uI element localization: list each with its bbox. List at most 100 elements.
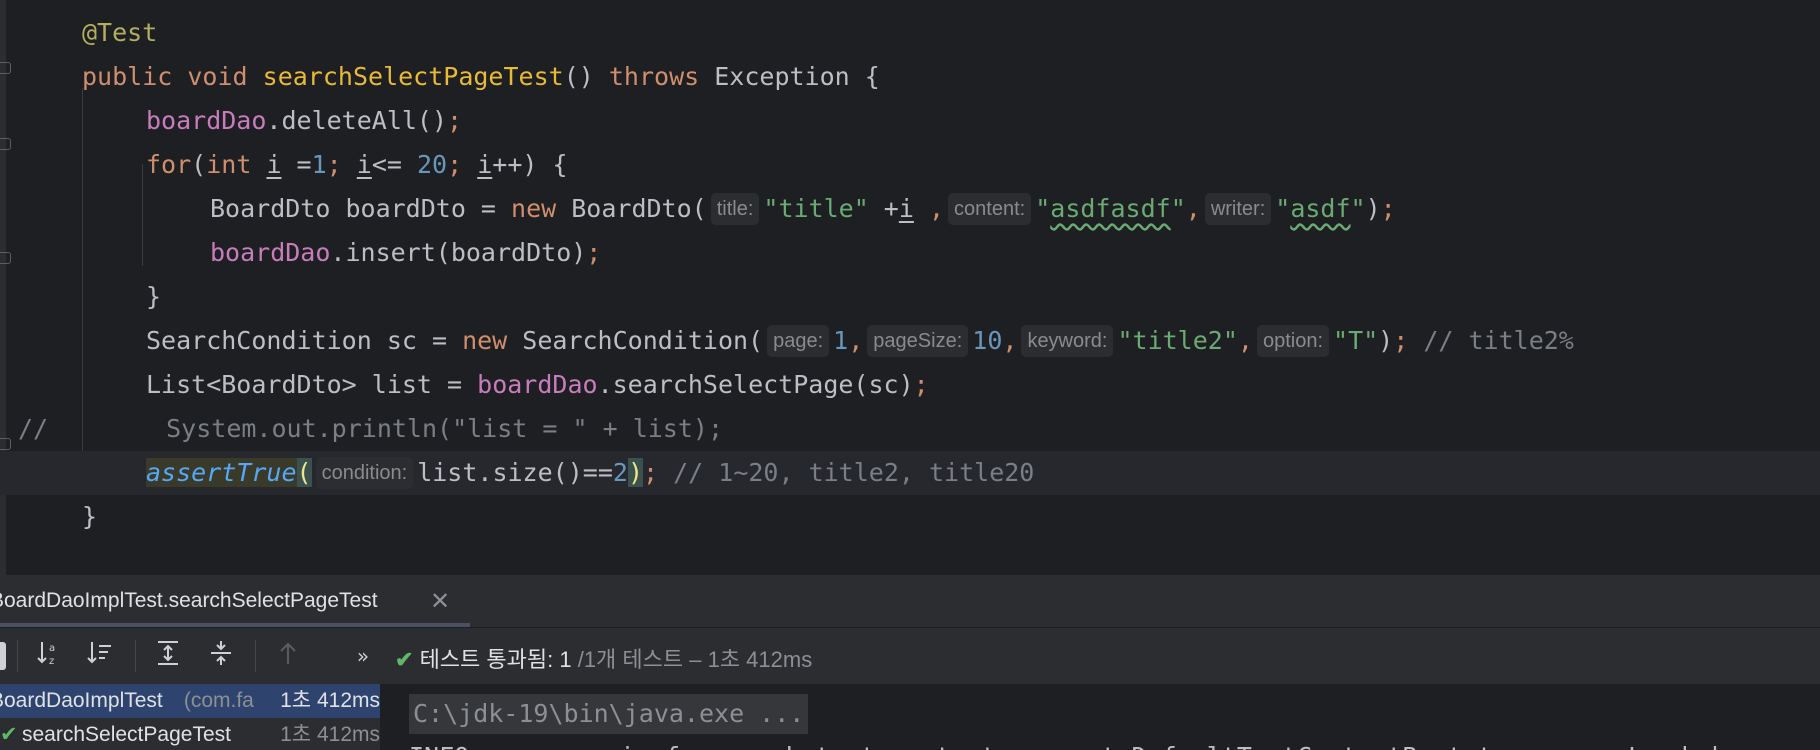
- test-tree: BoardDaoImplTest (com.fa 1초 412ms ✔ search…: [0, 684, 381, 750]
- parameter-hint: title:: [710, 193, 760, 225]
- code-line-10[interactable]: // System.out.println("list = " + list);: [0, 407, 1820, 451]
- number: 10: [972, 326, 1003, 355]
- status-label: 테스트 통과됨:: [419, 647, 560, 672]
- string: "title2": [1117, 326, 1238, 355]
- svg-text:z: z: [49, 656, 54, 667]
- close-icon[interactable]: ✕: [430, 587, 450, 616]
- number: 1: [311, 150, 327, 179]
- code-line-6[interactable]: boardDao.insert(boardDto);: [0, 231, 1820, 275]
- keyword: int: [206, 150, 252, 179]
- toolbar-separator: [135, 640, 136, 672]
- console-command[interactable]: C:\jdk-19\bin\java.exe ...: [409, 694, 809, 734]
- comma: ,: [848, 326, 864, 355]
- toolbar-separator: [255, 640, 256, 672]
- more-icon[interactable]: »: [345, 638, 381, 674]
- semicolon: ;: [447, 106, 463, 135]
- test-method-name: searchSelectPageTest: [22, 723, 231, 746]
- code-text: +: [868, 194, 899, 223]
- keyword: throws: [608, 62, 700, 91]
- sort-alphabetical-icon[interactable]: az: [32, 638, 68, 674]
- comma: ,: [1002, 326, 1018, 355]
- code-editor[interactable]: @Test public void searchSelectPageTest()…: [0, 0, 1820, 575]
- expand-all-icon[interactable]: [150, 638, 186, 674]
- comment-prefix: //: [18, 414, 49, 443]
- comma: ,: [913, 194, 945, 223]
- parameter-hint: option:: [1256, 325, 1330, 357]
- field: boardDao: [477, 370, 598, 399]
- code-text: BoardDto(: [556, 194, 707, 223]
- code-text: .deleteAll(): [266, 106, 448, 135]
- code-line-12[interactable]: }: [0, 495, 1820, 539]
- parameter-hint: condition:: [315, 457, 414, 489]
- semicolon: ;: [586, 238, 602, 267]
- code-text: ): [1378, 326, 1394, 355]
- test-time: 1초 412ms: [280, 723, 380, 746]
- test-tree-row[interactable]: ✔ searchSelectPageTest 1초 412ms: [0, 718, 380, 750]
- code-line-5[interactable]: BoardDto boardDto = new BoardDto(title: "…: [0, 187, 1820, 231]
- keyword: for: [146, 150, 192, 179]
- comment: // title2%: [1408, 326, 1574, 355]
- code-text: (: [191, 150, 207, 179]
- test-package: (com.fa: [178, 689, 254, 712]
- string: ": [1350, 194, 1366, 223]
- code-line-8[interactable]: SearchCondition sc = new SearchCondition…: [0, 319, 1820, 363]
- toolbar-handle-icon[interactable]: [0, 642, 6, 670]
- number: 20: [417, 150, 448, 179]
- status-passed-count: 1: [559, 647, 572, 672]
- field: boardDao: [210, 238, 331, 267]
- semicolon: ;: [326, 150, 357, 179]
- code-line-7[interactable]: }: [0, 275, 1820, 319]
- code-text: .insert(boardDto): [330, 238, 587, 267]
- code-text: SearchCondition(: [507, 326, 764, 355]
- variable: i: [266, 150, 282, 179]
- code-line-9[interactable]: List<BoardDto> list = boardDao.searchSel…: [0, 363, 1820, 407]
- test-status: ✔ 테스트 통과됨: 1 /1개 테스트 – 1초 412ms: [395, 642, 812, 674]
- keyword: new: [511, 194, 557, 223]
- toolbar-separator: [17, 640, 18, 672]
- string: asdf: [1290, 194, 1351, 223]
- console-output[interactable]: C:\jdk-19\bin\java.exe ... INFO : org.sp…: [381, 684, 1820, 750]
- run-tool-window: BoardDaoImplTest.searchSelectPageTest ✕ …: [0, 575, 1820, 750]
- test-tree-row[interactable]: BoardDaoImplTest (com.fa 1초 412ms: [0, 684, 380, 718]
- matched-brace: ): [627, 458, 643, 487]
- parameter-hint: pageSize:: [867, 325, 969, 357]
- variable: i: [898, 194, 914, 223]
- matched-brace: (: [296, 458, 312, 487]
- field: boardDao: [146, 106, 267, 135]
- comma: ,: [1237, 326, 1253, 355]
- comment: System.out.println("list = " + list);: [166, 414, 724, 443]
- code-text: SearchCondition sc =: [146, 326, 463, 355]
- parameter-hint: keyword:: [1021, 325, 1114, 357]
- code-line-4[interactable]: for(int i =1; i<= 20; i++) {: [0, 143, 1820, 187]
- console-log-line: INFO : org.springframework.test.context.…: [409, 740, 1718, 750]
- code-line-1[interactable]: @Test: [0, 11, 1820, 55]
- up-arrow-icon[interactable]: [270, 638, 306, 674]
- keyword: void: [187, 62, 248, 91]
- string: ": [1170, 194, 1186, 223]
- run-tab[interactable]: BoardDaoImplTest.searchSelectPageTest: [0, 589, 378, 613]
- sort-duration-icon[interactable]: [82, 638, 118, 674]
- semicolon: ;: [913, 370, 929, 399]
- semicolon: ;: [447, 150, 478, 179]
- number: 1: [833, 326, 849, 355]
- code-text: List<BoardDto> list =: [146, 370, 478, 399]
- method-name: searchSelectPageTest: [262, 62, 564, 91]
- code-text: ): [1365, 194, 1381, 223]
- parameter-hint: writer:: [1204, 193, 1272, 225]
- code-line-3[interactable]: boardDao.deleteAll();: [0, 99, 1820, 143]
- code-line-11[interactable]: assertTrue(condition: list.size()==2); //…: [0, 451, 1820, 495]
- test-class-name: BoardDaoImplTest: [0, 689, 163, 712]
- code-text: BoardDto boardDto =: [210, 194, 512, 223]
- collapse-all-icon[interactable]: [203, 638, 239, 674]
- code-text: .searchSelectPage(sc): [597, 370, 914, 399]
- variable: i: [356, 150, 372, 179]
- test-toolbar: az » ✔ 테스트 통과됨: 1 /1개 테스트 – 1초 412ms: [0, 627, 1820, 684]
- code-text: }: [82, 502, 98, 531]
- code-line-2[interactable]: public void searchSelectPageTest() throw…: [0, 55, 1820, 99]
- code-text: (): [563, 62, 594, 91]
- parameter-hint: content:: [948, 193, 1032, 225]
- semicolon: ;: [1393, 326, 1409, 355]
- string: asdfasdf: [1050, 194, 1171, 223]
- semicolon: ;: [643, 458, 659, 487]
